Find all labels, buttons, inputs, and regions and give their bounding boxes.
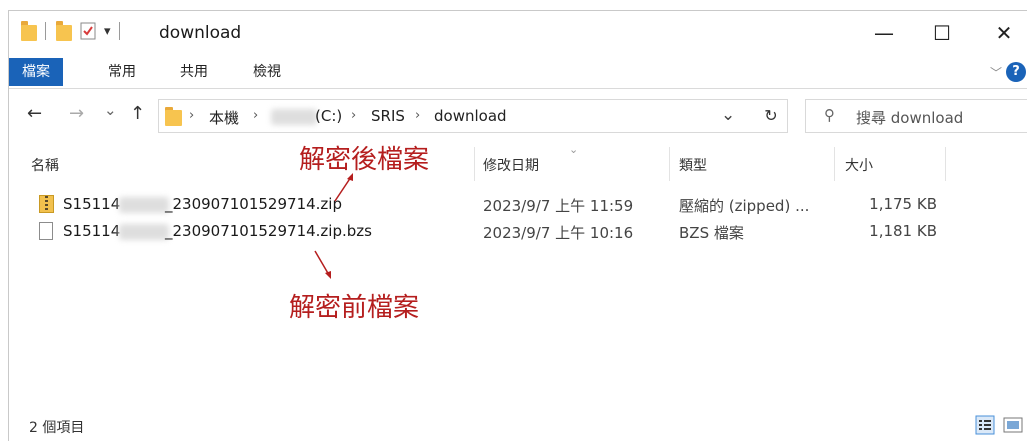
column-divider[interactable] bbox=[834, 147, 835, 181]
maximize-button[interactable]: ☐ bbox=[919, 17, 965, 49]
help-icon[interactable]: ? bbox=[1006, 62, 1026, 82]
file-name-prefix: S15114 bbox=[63, 222, 121, 240]
up-button[interactable]: ↑ bbox=[130, 103, 145, 124]
navigation-bar: ← → ⌄ ↑ › 本機 › (C:) › SRIS › download ⌄ … bbox=[9, 99, 1027, 135]
ribbon-tabs: 檔案 常用 共用 檢視 ﹀ ? bbox=[9, 58, 1027, 89]
file-row[interactable]: S15114 _230907101529714.zip 2023/9/7 上午 … bbox=[31, 193, 961, 217]
forward-button[interactable]: → bbox=[69, 103, 84, 124]
quick-access-toolbar: ▾ bbox=[21, 21, 120, 41]
breadcrumb-separator[interactable]: › bbox=[189, 108, 194, 123]
ribbon-expand-icon[interactable]: ﹀ bbox=[990, 64, 1002, 81]
sort-indicator-icon: ⌄ bbox=[569, 143, 579, 156]
address-bar[interactable]: › 本機 › (C:) › SRIS › download ⌄ bbox=[158, 99, 788, 133]
search-icon: ⚲ bbox=[824, 106, 835, 124]
annotation-arrow-up-icon bbox=[334, 173, 353, 202]
file-type: BZS 檔案 bbox=[679, 224, 744, 242]
recent-locations-button[interactable]: ⌄ bbox=[104, 101, 117, 119]
column-divider[interactable] bbox=[474, 147, 475, 181]
folder-icon[interactable] bbox=[21, 21, 37, 41]
file-name-suffix: _230907101529714.zip bbox=[165, 195, 342, 213]
back-button[interactable]: ← bbox=[27, 103, 42, 124]
folder-icon bbox=[165, 107, 182, 126]
tab-home[interactable]: 常用 bbox=[95, 58, 149, 86]
search-box[interactable]: ⚲ 搜尋 download bbox=[805, 99, 1027, 133]
redacted-file-name bbox=[119, 224, 169, 240]
breadcrumb-separator[interactable]: › bbox=[253, 108, 258, 123]
tab-view[interactable]: 檢視 bbox=[240, 58, 294, 86]
close-button[interactable]: ✕ bbox=[981, 17, 1027, 49]
details-view-icon[interactable] bbox=[975, 415, 995, 435]
quick-access-dropdown-icon[interactable]: ▾ bbox=[104, 24, 111, 39]
file-row[interactable]: S15114 _230907101529714.zip.bzs 2023/9/7… bbox=[31, 220, 961, 244]
toolbar-divider bbox=[118, 22, 120, 40]
annotation-arrow-down-icon bbox=[314, 250, 331, 279]
file-modified: 2023/9/7 上午 11:59 bbox=[483, 197, 634, 215]
window-title: download bbox=[159, 23, 242, 43]
file-name-prefix: S15114 bbox=[63, 195, 121, 213]
column-header-modified[interactable]: 修改日期 bbox=[483, 155, 539, 175]
column-divider[interactable] bbox=[669, 147, 670, 181]
zip-folder-icon bbox=[39, 195, 54, 213]
breadcrumb-drive-c[interactable]: (C:) bbox=[315, 107, 342, 125]
breadcrumb-download[interactable]: download bbox=[434, 107, 507, 125]
column-header-type[interactable]: 類型 bbox=[679, 155, 707, 175]
toolbar-divider bbox=[45, 22, 46, 40]
large-icons-view-icon[interactable] bbox=[1003, 415, 1023, 435]
breadcrumb-sris[interactable]: SRIS bbox=[371, 107, 405, 125]
title-bar: ▾ download — ☐ ✕ bbox=[9, 11, 1027, 55]
file-icon bbox=[39, 222, 53, 240]
breadcrumb-this-pc[interactable]: 本機 bbox=[209, 107, 239, 128]
column-header-name[interactable]: 名稱 bbox=[31, 155, 59, 175]
file-size: 1,175 KB bbox=[869, 195, 937, 213]
tab-file[interactable]: 檔案 bbox=[9, 58, 63, 86]
status-item-count: 2 個項目 bbox=[29, 420, 85, 436]
annotation-before-decrypt: 解密前檔案 bbox=[289, 293, 420, 323]
properties-check-icon[interactable] bbox=[80, 22, 96, 40]
file-modified: 2023/9/7 上午 10:16 bbox=[483, 224, 634, 242]
column-header-size[interactable]: 大小 bbox=[845, 155, 873, 175]
annotation-after-decrypt: 解密後檔案 bbox=[299, 145, 430, 175]
file-type: 壓縮的 (zipped) ... bbox=[679, 197, 810, 215]
file-name-suffix: _230907101529714.zip.bzs bbox=[165, 222, 372, 240]
explorer-window: ▾ download — ☐ ✕ 檔案 常用 共用 檢視 ﹀ ? ← → ⌄ ↑… bbox=[8, 10, 1027, 441]
redacted-file-name bbox=[119, 197, 169, 213]
tab-share[interactable]: 共用 bbox=[167, 58, 221, 86]
search-placeholder: 搜尋 download bbox=[856, 109, 964, 127]
breadcrumb-separator[interactable]: › bbox=[351, 108, 356, 123]
file-size: 1,181 KB bbox=[869, 222, 937, 240]
redacted-drive-label bbox=[271, 109, 317, 125]
refresh-button[interactable]: ↻ bbox=[754, 102, 788, 130]
column-divider[interactable] bbox=[945, 147, 946, 181]
minimize-button[interactable]: — bbox=[861, 17, 907, 49]
address-dropdown-button[interactable]: ⌄ bbox=[721, 105, 735, 125]
new-folder-icon[interactable] bbox=[56, 21, 72, 41]
breadcrumb-separator[interactable]: › bbox=[415, 108, 420, 123]
